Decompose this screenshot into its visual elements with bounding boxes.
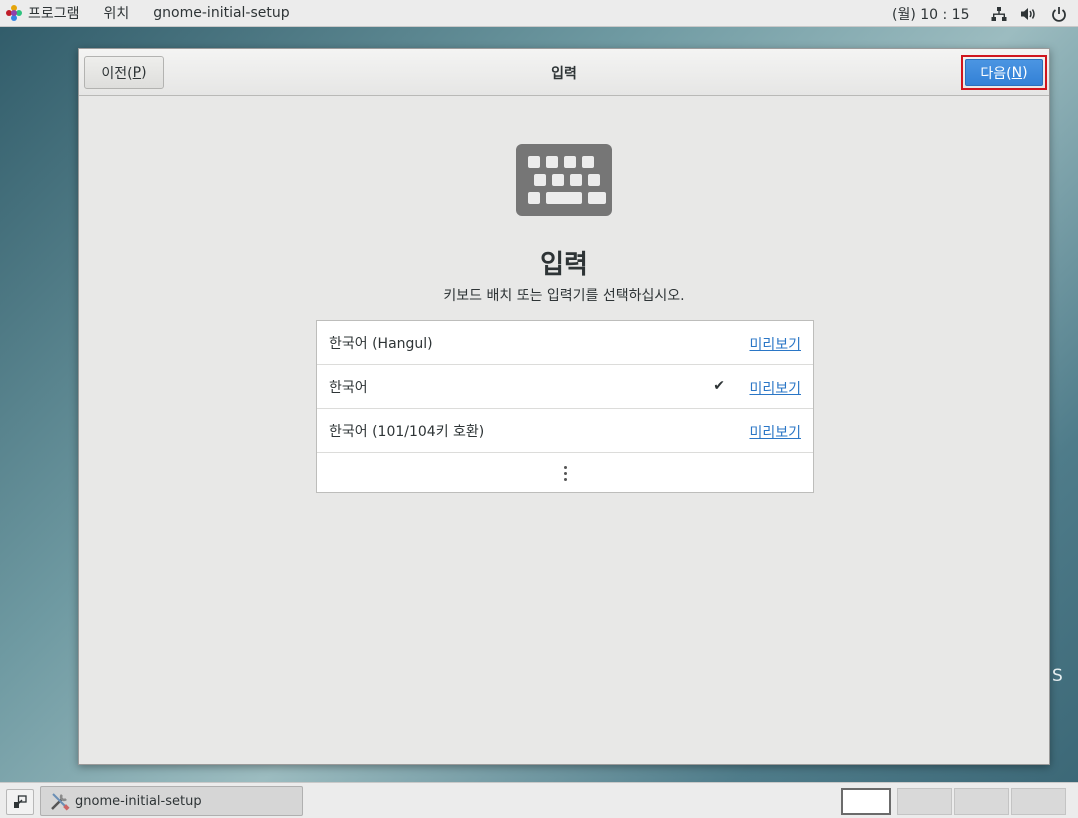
clock-label: (월) 10 : 15 [892,6,970,23]
places-label: 위치 [103,6,130,22]
applications-icon [6,5,22,21]
input-source-list: 한국어 (Hangul) 미리보기 한국어 ✔ 미리보기 한국어 (101/10… [316,320,814,493]
input-source-label: 한국어 (101/104키 호환) [329,423,485,440]
show-desktop-icon [14,795,27,808]
preview-link[interactable]: 미리보기 [749,334,801,354]
app-menu[interactable]: gnome-initial-setup [141,0,301,27]
input-source-row[interactable]: 한국어 ✔ 미리보기 [317,365,813,409]
system-tray[interactable] [990,0,1068,27]
input-source-row[interactable]: 한국어 (101/104키 호환) 미리보기 [317,409,813,453]
taskbar-item[interactable]: gnome-initial-setup [40,786,303,816]
show-desktop-button[interactable] [6,789,34,815]
next-label-close: ) [1022,64,1028,81]
top-panel: 프로그램 위치 gnome-initial-setup (월) 10 : 15 [0,0,1078,27]
next-button-highlight: 다음(N) [961,55,1047,90]
previous-label: 이전( [101,65,133,82]
workspace-2[interactable] [897,788,952,815]
next-label: 다음( [980,65,1012,82]
header-bar: 이전(P) 입력 다음(N) [79,49,1049,96]
clock[interactable]: (월) 10 : 15 [892,0,970,27]
previous-mnemonic: P [132,64,142,81]
more-vertical-icon [563,465,567,481]
keyboard-icon [516,144,612,216]
window-title: 입력 [551,65,577,82]
more-inputs-row[interactable] [317,453,813,493]
top-menu: 프로그램 위치 gnome-initial-setup [0,0,302,27]
workspace-4[interactable] [1011,788,1066,815]
page-content: 입력 키보드 배치 또는 입력기를 선택하십시오. 한국어 (Hangul) 미… [79,96,1049,764]
preview-link[interactable]: 미리보기 [749,378,801,398]
input-source-label: 한국어 [329,379,368,396]
taskbar-item-label: gnome-initial-setup [75,793,202,809]
next-button[interactable]: 다음(N) [965,59,1043,86]
preview-link[interactable]: 미리보기 [749,422,801,442]
bottom-panel: gnome-initial-setup [0,782,1078,818]
tools-icon [51,793,70,811]
workspace-switcher [841,788,1066,815]
desktop-edge-text: S [1052,666,1063,686]
applications-menu[interactable]: 프로그램 [0,0,92,27]
previous-label-close: ) [141,64,147,81]
input-source-row[interactable]: 한국어 (Hangul) 미리보기 [317,321,813,365]
check-icon: ✔ [713,378,725,394]
workspace-1[interactable] [841,788,891,815]
network-icon[interactable] [990,5,1008,23]
places-menu[interactable]: 위치 [92,0,142,27]
page-heading: 입력 [540,250,588,280]
volume-icon[interactable] [1020,5,1038,23]
app-menu-label: gnome-initial-setup [153,5,290,21]
workspace-3[interactable] [954,788,1009,815]
next-mnemonic: N [1011,64,1023,81]
power-icon[interactable] [1050,5,1068,23]
previous-button[interactable]: 이전(P) [84,56,164,89]
input-source-label: 한국어 (Hangul) [329,335,433,352]
page-description: 키보드 배치 또는 입력기를 선택하십시오. [443,288,685,304]
setup-window: 이전(P) 입력 다음(N) 입력 키보드 배치 또는 입력기를 선택하십시오. [78,48,1050,765]
applications-label: 프로그램 [28,6,80,22]
